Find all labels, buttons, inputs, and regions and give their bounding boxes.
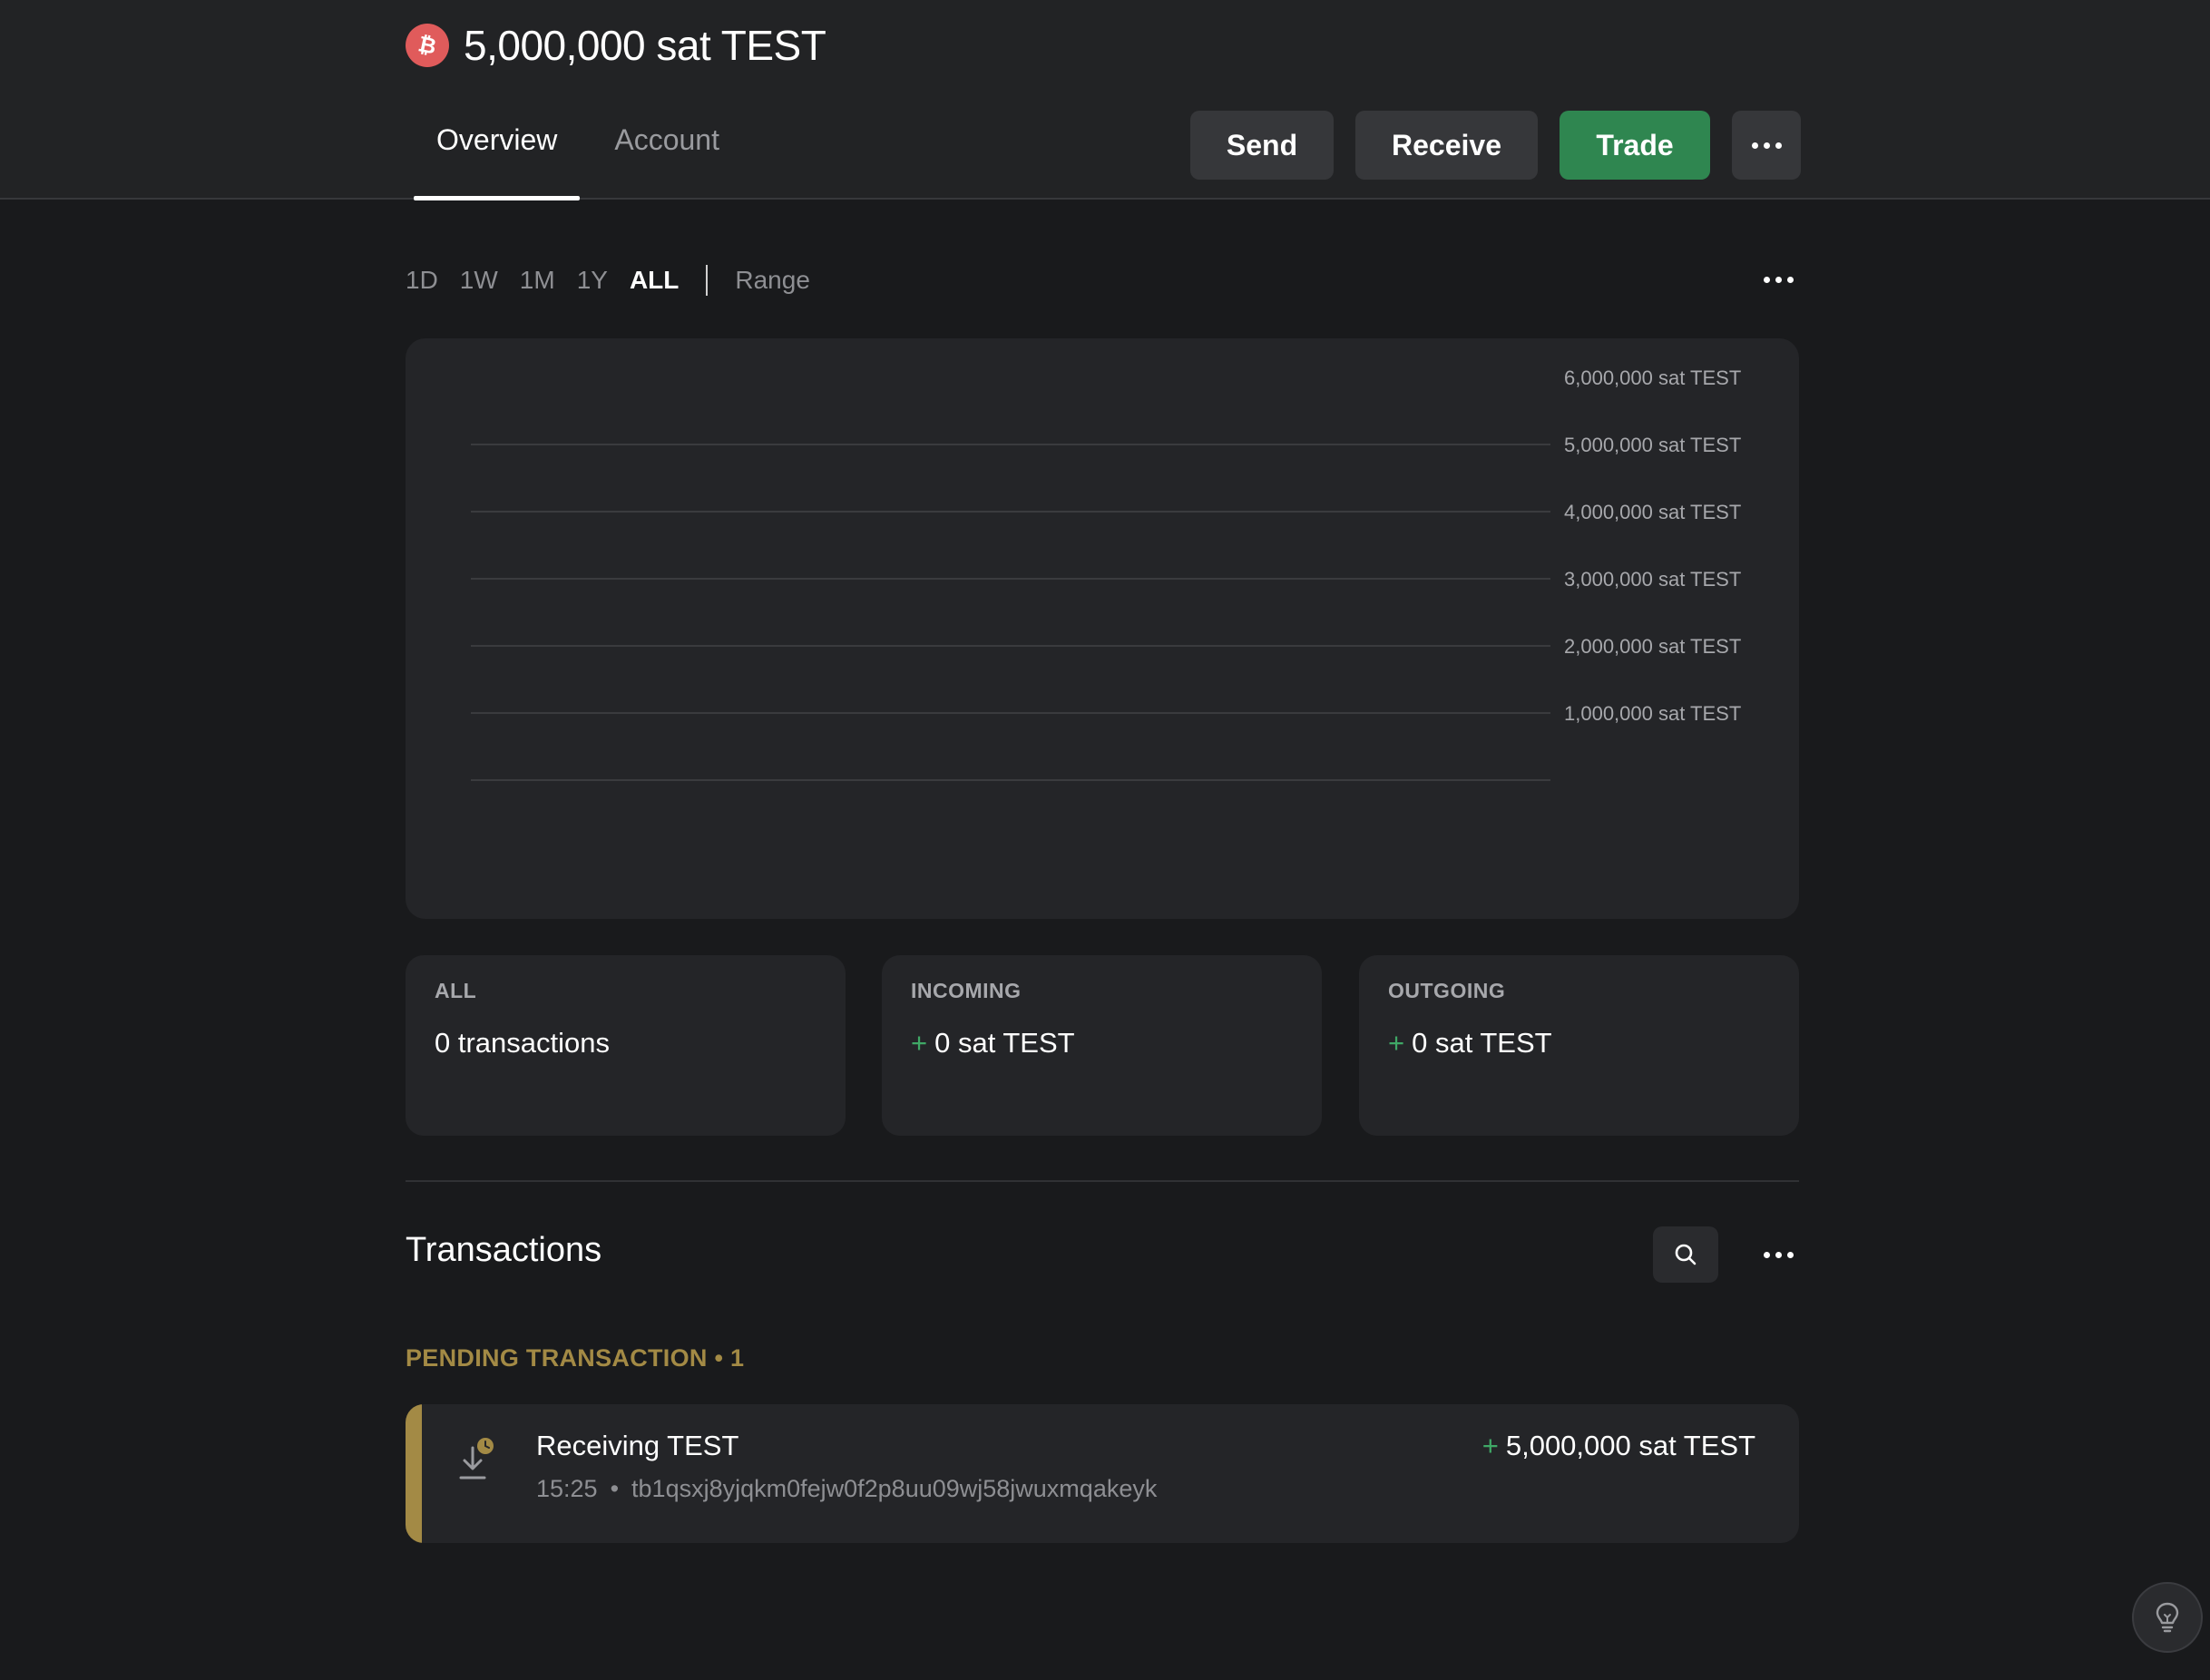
transaction-amount-value: 5,000,000 sat TEST [1505, 1430, 1755, 1461]
chart-options-button[interactable] [1760, 265, 1796, 294]
account-header: ₿ 5,000,000 sat TEST Overview Account Se… [0, 0, 2210, 200]
title-row: ₿ 5,000,000 sat TEST [406, 20, 826, 71]
transactions-heading: Transactions [406, 1231, 602, 1269]
meta-separator: • [610, 1475, 620, 1502]
ellipsis-icon [1760, 1240, 1796, 1269]
plus-sign: + [1481, 1430, 1499, 1461]
more-actions-button[interactable] [1732, 111, 1801, 180]
pending-accent-bar [406, 1404, 422, 1543]
time-range-selector: 1D 1W 1M 1Y ALL Range [406, 261, 832, 299]
stat-label: ALL [435, 979, 477, 1002]
range-option-1w[interactable]: 1W [460, 266, 498, 295]
receive-button[interactable]: Receive [1355, 111, 1538, 180]
y-axis-tick-label: 5,000,000 sat TEST [1564, 434, 1741, 456]
y-axis-tick-label: 3,000,000 sat TEST [1564, 568, 1741, 591]
plus-sign: + [911, 1027, 928, 1059]
stat-value: 0 transactions [435, 1027, 817, 1060]
tab-overview[interactable]: Overview [414, 109, 581, 200]
chart-canvas: 6,000,000 sat TEST 5,000,000 sat TEST 4,00… [471, 366, 1741, 781]
bitcoin-icon: ₿ [406, 24, 449, 67]
stat-card-all: ALL 0 transactions [406, 955, 846, 1136]
balance-chart: 6,000,000 sat TEST 5,000,000 sat TEST 4,00… [406, 338, 1799, 919]
range-option-1d[interactable]: 1D [406, 266, 438, 295]
page-title: 5,000,000 sat TEST [464, 22, 826, 69]
header-actions: Send Receive Trade [1190, 111, 1801, 180]
stat-label: INCOMING [911, 979, 1022, 1002]
help-tips-button[interactable] [2132, 1582, 2203, 1653]
transaction-time: 15:25 [536, 1475, 598, 1502]
send-button[interactable]: Send [1190, 111, 1334, 180]
stat-value-text: 0 sat TEST [934, 1027, 1075, 1059]
pending-receive-icon [459, 1438, 494, 1480]
transaction-row[interactable]: Receiving TEST 15:25 • tb1qsxj8yjqkm0fejw0… [406, 1404, 1799, 1543]
stat-card-incoming: INCOMING +0 sat TEST [882, 955, 1322, 1136]
range-option-1m[interactable]: 1M [520, 266, 555, 295]
stat-value-text: 0 transactions [435, 1027, 610, 1059]
transaction-meta: 15:25 • tb1qsxj8yjqkm0fejw0f2p8uu09wj58jwu… [536, 1475, 1157, 1503]
range-divider [706, 265, 709, 296]
search-transactions-button[interactable] [1653, 1226, 1718, 1283]
lightbulb-icon [2156, 1602, 2179, 1633]
transaction-amount: +5,000,000 sat TEST [1482, 1430, 1755, 1462]
transaction-address: tb1qsxj8yjqkm0fejw0f2p8uu09wj58jwuxmqake… [631, 1475, 1158, 1502]
search-icon [1675, 1244, 1697, 1265]
y-axis-tick-label: 1,000,000 sat TEST [1564, 702, 1741, 725]
pending-transactions-label: PENDING TRANSACTION • 1 [406, 1344, 745, 1372]
tab-account[interactable]: Account [592, 109, 742, 200]
transaction-name: Receiving TEST [536, 1430, 739, 1461]
tab-bar: Overview Account [414, 109, 742, 200]
section-divider [406, 1180, 1799, 1182]
ellipsis-icon [1751, 142, 1782, 149]
plus-sign: + [1388, 1027, 1405, 1059]
ellipsis-icon [1760, 265, 1796, 294]
custom-range-button[interactable]: Range [735, 266, 810, 295]
transactions-options-button[interactable] [1760, 1240, 1796, 1269]
stat-value: +0 sat TEST [911, 1027, 1293, 1060]
trade-button[interactable]: Trade [1560, 111, 1710, 180]
range-option-1y[interactable]: 1Y [577, 266, 608, 295]
range-option-all[interactable]: ALL [630, 266, 679, 295]
y-axis-tick-label: 2,000,000 sat TEST [1564, 635, 1741, 658]
stat-value: +0 sat TEST [1388, 1027, 1770, 1060]
y-axis-tick-label: 6,000,000 sat TEST [1564, 366, 1741, 389]
stat-card-outgoing: OUTGOING +0 sat TEST [1359, 955, 1799, 1136]
svg-text:₿: ₿ [416, 32, 439, 59]
stat-label: OUTGOING [1388, 979, 1506, 1002]
stat-value-text: 0 sat TEST [1412, 1027, 1552, 1059]
y-axis-tick-label: 4,000,000 sat TEST [1564, 501, 1741, 523]
